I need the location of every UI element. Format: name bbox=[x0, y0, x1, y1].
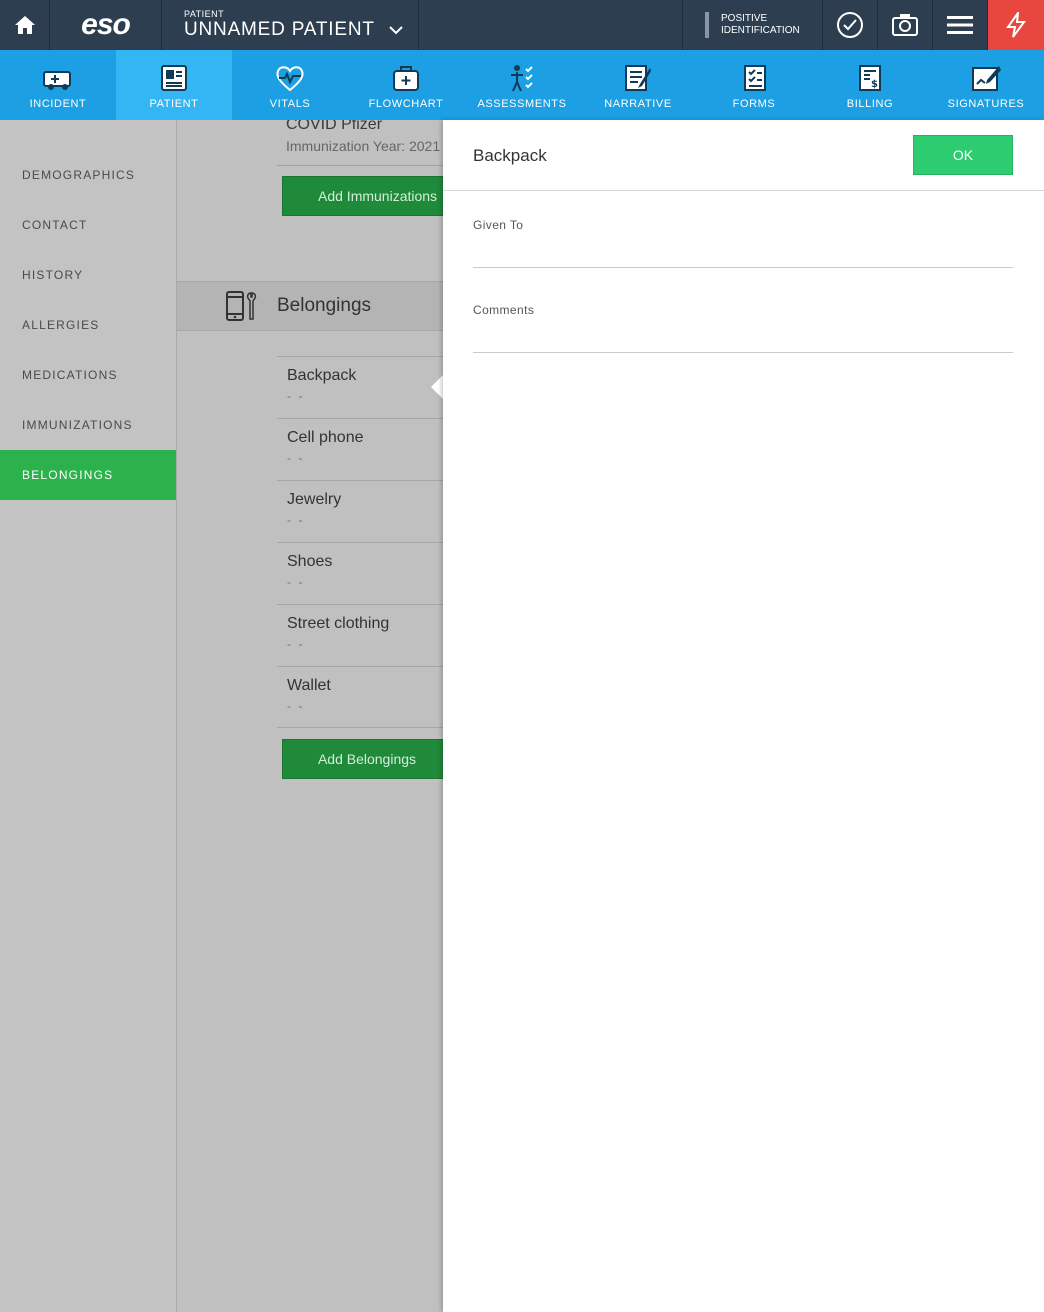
panel-title: Backpack bbox=[473, 146, 547, 165]
belonging-value: - - bbox=[287, 389, 305, 403]
status-indicator bbox=[705, 12, 709, 38]
list-item[interactable]: Wallet - - bbox=[277, 666, 443, 728]
sidebar-item-belongings[interactable]: BELONGINGS bbox=[0, 450, 176, 500]
tab-flowchart[interactable]: FLOWCHART bbox=[348, 50, 464, 120]
signature-icon bbox=[972, 66, 1001, 91]
tab-label: FORMS bbox=[732, 98, 776, 110]
main-nav: INCIDENT PATIENT VITALS FLOWCHART ASSESS… bbox=[0, 50, 1044, 120]
hamburger-menu-icon bbox=[947, 16, 973, 34]
sidebar-item-contact[interactable]: CONTACT bbox=[0, 200, 176, 250]
svg-text:$: $ bbox=[871, 79, 879, 90]
tab-forms[interactable]: FORMS bbox=[696, 50, 812, 120]
belongings-section-title: Belongings bbox=[277, 295, 372, 316]
divider bbox=[277, 165, 443, 166]
narrative-icon bbox=[625, 65, 651, 91]
menu-button[interactable] bbox=[933, 0, 988, 50]
belonging-name: Cell phone bbox=[287, 429, 364, 446]
belonging-detail-panel: Backpack OK Given To Comments bbox=[443, 120, 1044, 1312]
panel-header: Backpack OK bbox=[443, 120, 1044, 191]
checkmark-circle-icon bbox=[837, 12, 863, 38]
belonging-name: Shoes bbox=[287, 553, 333, 570]
positive-identification-button[interactable]: POSITIVE IDENTIFICATION bbox=[683, 0, 823, 50]
list-item[interactable]: Cell phone - - bbox=[277, 418, 443, 480]
patient-label: PATIENT bbox=[184, 9, 225, 19]
positive-id-line2: IDENTIFICATION bbox=[721, 25, 800, 36]
patient-content: COVID Pfizer Immunization Year: 2021 Add… bbox=[177, 120, 443, 1312]
given-to-input[interactable] bbox=[473, 232, 1013, 268]
tab-incident[interactable]: INCIDENT bbox=[0, 50, 116, 120]
tab-label: NARRATIVE bbox=[604, 98, 672, 110]
tab-signatures[interactable]: SIGNATURES bbox=[928, 50, 1044, 120]
immunization-name[interactable]: COVID Pfizer bbox=[286, 120, 382, 134]
tab-label: VITALS bbox=[269, 98, 311, 110]
sidebar-item-demographics[interactable]: DEMOGRAPHICS bbox=[0, 150, 176, 200]
list-item[interactable]: Jewelry - - bbox=[277, 480, 443, 542]
camera-icon bbox=[892, 14, 918, 36]
add-belongings-button[interactable]: Add Belongings bbox=[282, 739, 443, 779]
comments-label: Comments bbox=[473, 303, 535, 317]
patient-selector[interactable]: PATIENT UNNAMED PATIENT bbox=[162, 0, 419, 50]
tab-patient[interactable]: PATIENT bbox=[116, 50, 232, 120]
billing-icon: $ bbox=[859, 65, 881, 91]
top-bar: eso PATIENT UNNAMED PATIENT POSITIVE IDE… bbox=[0, 0, 1044, 50]
add-immunizations-button[interactable]: Add Immunizations bbox=[282, 176, 443, 216]
tab-label: ASSESSMENTS bbox=[477, 98, 567, 110]
belonging-value: - - bbox=[287, 575, 305, 589]
camera-button[interactable] bbox=[878, 0, 933, 50]
tab-billing[interactable]: $ BILLING bbox=[812, 50, 928, 120]
tab-label: FLOWCHART bbox=[368, 98, 444, 110]
immunization-year: Immunization Year: 2021 bbox=[286, 138, 441, 154]
positive-id-line1: POSITIVE bbox=[721, 13, 768, 24]
sidebar-item-immunizations[interactable]: IMMUNIZATIONS bbox=[0, 400, 176, 450]
belonging-name: Wallet bbox=[287, 677, 331, 694]
home-icon bbox=[14, 16, 35, 34]
comments-input[interactable] bbox=[473, 317, 1013, 353]
eso-logo: eso bbox=[50, 0, 162, 50]
list-item[interactable]: Backpack - - bbox=[277, 356, 443, 418]
validate-button[interactable] bbox=[823, 0, 878, 50]
tab-vitals[interactable]: VITALS bbox=[232, 50, 348, 120]
chevron-down-icon bbox=[389, 25, 403, 34]
list-item[interactable]: Street clothing - - bbox=[277, 604, 443, 666]
belonging-value: - - bbox=[287, 513, 305, 527]
given-to-field: Given To bbox=[473, 218, 1013, 268]
patient-card-icon bbox=[161, 65, 187, 91]
ok-button[interactable]: OK bbox=[913, 135, 1013, 175]
belonging-name: Street clothing bbox=[287, 615, 390, 632]
tab-label: BILLING bbox=[846, 98, 894, 110]
belonging-name: Jewelry bbox=[287, 491, 342, 508]
sidebar-item-allergies[interactable]: ALLERGIES bbox=[0, 300, 176, 350]
comments-field: Comments bbox=[473, 303, 1013, 353]
tab-label: SIGNATURES bbox=[947, 98, 1025, 110]
forms-icon bbox=[744, 65, 766, 91]
belonging-value: - - bbox=[287, 451, 305, 465]
tab-assessments[interactable]: ASSESSMENTS bbox=[464, 50, 580, 120]
tab-label: PATIENT bbox=[149, 98, 199, 110]
sidebar-item-medications[interactable]: MEDICATIONS bbox=[0, 350, 176, 400]
medkit-icon bbox=[393, 66, 419, 91]
lightning-icon bbox=[1006, 12, 1026, 38]
heart-pulse-icon bbox=[276, 66, 304, 92]
belonging-value: - - bbox=[287, 637, 305, 651]
belonging-value: - - bbox=[287, 699, 305, 713]
given-to-label: Given To bbox=[473, 218, 524, 232]
belongings-list: Backpack - - Cell phone - - Jewelry - - … bbox=[277, 356, 443, 728]
sidebar-item-history[interactable]: HISTORY bbox=[0, 250, 176, 300]
phone-wrench-icon bbox=[226, 291, 257, 321]
tab-label: INCIDENT bbox=[29, 98, 87, 110]
body-check-icon bbox=[511, 65, 533, 92]
section-sidebar: DEMOGRAPHICS CONTACT HISTORY ALLERGIES M… bbox=[0, 120, 177, 1312]
list-item[interactable]: Shoes - - bbox=[277, 542, 443, 604]
belonging-name: Backpack bbox=[287, 367, 357, 384]
belongings-section-header: Belongings bbox=[177, 281, 443, 331]
patient-name: UNNAMED PATIENT bbox=[184, 19, 375, 40]
tab-narrative[interactable]: NARRATIVE bbox=[580, 50, 696, 120]
ambulance-icon bbox=[43, 71, 71, 90]
quick-action-button[interactable] bbox=[988, 0, 1044, 50]
home-button[interactable] bbox=[0, 0, 50, 50]
top-bar-spacer bbox=[419, 0, 683, 50]
